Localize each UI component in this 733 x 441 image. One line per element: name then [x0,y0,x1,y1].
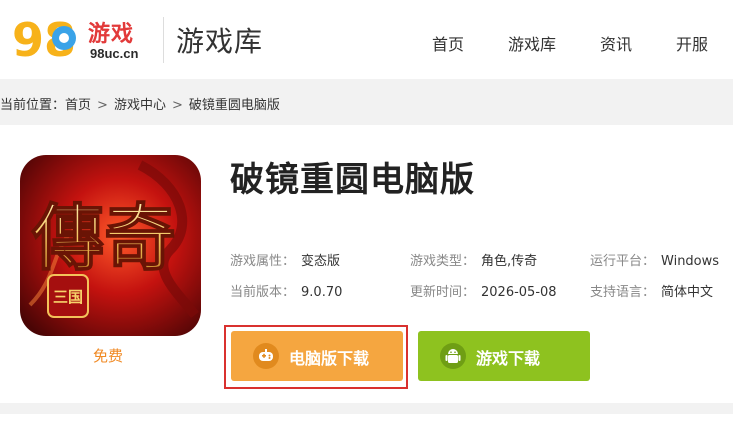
page-title: 游戏库 [176,25,264,58]
game-artwork-icon: 傳奇 三国 [20,155,201,336]
next-section-card [0,414,733,441]
game-app-icon[interactable]: 傳奇 三国 [20,155,201,336]
attr-game-property: 游戏属性： 变态版 [230,250,340,269]
pc-download-label: 电脑版下载 [289,349,370,368]
attr-value: Windows [661,254,720,269]
attr-value: 9.0.70 [301,285,343,300]
site-header: 98 游戏 98uc.cn 游戏库 首页 游戏库 资讯 开服 [0,0,733,79]
header-divider [163,17,164,63]
nav-home[interactable]: 首页 [432,31,464,55]
attr-platform: 运行平台： Windows [590,250,719,269]
attr-value: 角色,传奇 [481,254,538,269]
attr-label: 当前版本： [230,285,296,300]
breadcrumb-game-center[interactable]: 游戏中心 [114,98,166,113]
site-logo[interactable]: 98 游戏 98uc.cn [10,10,150,68]
attr-language: 支持语言： 简体中文 [590,281,713,300]
attr-game-type: 游戏类型： 角色,传奇 [410,250,537,269]
svg-text:三国: 三国 [53,288,83,306]
attr-label: 游戏属性： [230,254,296,269]
attr-version: 当前版本： 9.0.70 [230,281,342,300]
attr-label: 支持语言： [590,285,656,300]
attr-value: 变态版 [301,254,341,269]
attr-label: 更新时间： [410,285,476,300]
breadcrumb-separator-icon: > [97,98,108,113]
attr-label: 游戏类型： [410,254,476,269]
attr-value: 简体中文 [661,285,714,300]
gamepad-icon [253,343,279,369]
breadcrumb-separator-icon: > [171,98,183,113]
attr-value: 2026-05-08 [481,285,557,300]
breadcrumb-prefix: 当前位置： [0,98,66,113]
pc-download-button[interactable]: 电脑版下载 [231,331,403,381]
android-icon [440,343,466,369]
attr-label: 运行平台： [590,254,656,269]
game-title: 破镜重圆电脑版 [230,160,475,200]
attr-update-time: 更新时间： 2026-05-08 [410,281,557,300]
logo-domain: 98uc.cn [90,46,139,61]
breadcrumb-home[interactable]: 首页 [65,98,91,113]
nav-server-open[interactable]: 开服 [676,31,708,55]
price-label: 免费 [93,347,124,365]
svg-text:傳奇: 傳奇 [31,195,176,280]
game-download-button[interactable]: 游戏下载 [418,331,590,381]
breadcrumb: 当前位置：首页 > 游戏中心 > 破镜重圆电脑版 [0,94,280,113]
logo-digits-icon: 98 [12,13,76,67]
breadcrumb-current[interactable]: 破镜重圆电脑版 [189,98,280,113]
nav-game-library[interactable]: 游戏库 [508,31,556,55]
nav-news[interactable]: 资讯 [600,31,632,55]
game-download-label: 游戏下载 [476,349,541,368]
logo-brand: 游戏 [88,22,135,47]
